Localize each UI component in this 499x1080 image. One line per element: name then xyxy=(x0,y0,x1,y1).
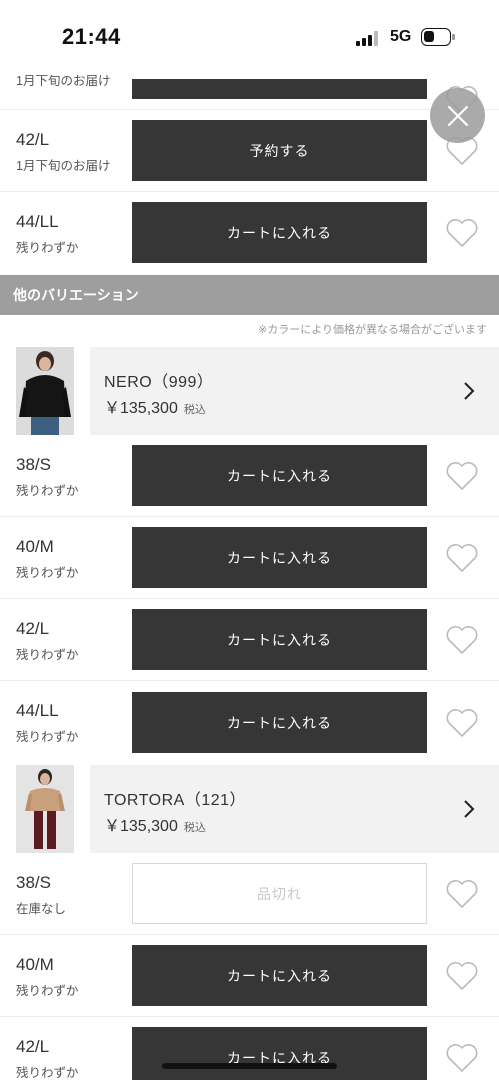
stock-note: 在庫なし xyxy=(16,902,67,916)
size-row: 42/L 残りわずか カートに入れる xyxy=(0,599,499,681)
product-size-sheet: 1月下旬のお届け 42/L 1月下旬のお届け 予約する 44/LL 残りわずか … xyxy=(0,0,499,1080)
variant-name: TORTORA（121） xyxy=(104,792,247,809)
size-row: 42/L 残りわずか カートに入れる xyxy=(0,1017,499,1080)
close-button[interactable] xyxy=(430,88,485,143)
size-row: 42/L 1月下旬のお届け 予約する xyxy=(0,110,499,192)
stock-note: 残りわずか xyxy=(16,566,79,580)
chevron-right-icon xyxy=(464,382,475,400)
stock-note: 残りわずか xyxy=(16,730,79,744)
favorite-heart-icon[interactable] xyxy=(444,707,480,739)
size-label: 42/L xyxy=(16,1037,50,1056)
stock-note: 残りわずか xyxy=(16,984,79,998)
delivery-note: 1月下旬のお届け xyxy=(16,159,111,173)
product-thumbnail xyxy=(16,765,74,853)
variant-info-panel[interactable]: TORTORA（121） ￥135,300 税込 xyxy=(90,765,499,853)
tax-label: 税込 xyxy=(183,822,206,834)
sold-out-button: 品切れ xyxy=(132,863,427,924)
size-row: 40/M 残りわずか カートに入れる xyxy=(0,935,499,1017)
variant-nero[interactable]: NERO（999） ￥135,300 税込 xyxy=(0,347,499,435)
reserve-button[interactable]: 予約する xyxy=(132,120,427,181)
add-to-cart-button[interactable]: カートに入れる xyxy=(132,202,427,263)
price-value: ￥135,300 xyxy=(104,818,178,835)
variant-tortora[interactable]: TORTORA（121） ￥135,300 税込 xyxy=(0,765,499,853)
size-label: 44/LL xyxy=(16,701,59,720)
favorite-heart-icon[interactable] xyxy=(444,878,480,910)
status-bar: 21:44 5G xyxy=(0,0,499,75)
size-label: 40/M xyxy=(16,537,54,556)
favorite-heart-icon[interactable] xyxy=(444,1042,480,1074)
section-header-other-variations: 他のバリエーション xyxy=(0,275,499,315)
signal-icon xyxy=(356,30,382,46)
size-label: 42/L xyxy=(16,619,50,638)
add-to-cart-button[interactable]: カートに入れる xyxy=(132,527,427,588)
close-icon xyxy=(447,105,468,126)
battery-icon xyxy=(421,28,455,46)
variant-name: NERO（999） xyxy=(104,374,214,391)
variant-price: ￥135,300 税込 xyxy=(104,394,206,418)
tax-label: 税込 xyxy=(183,404,206,416)
stock-note: 残りわずか xyxy=(16,484,79,498)
add-to-cart-button[interactable]: カートに入れる xyxy=(132,445,427,506)
stock-note: 残りわずか xyxy=(16,648,79,662)
size-label: 44/LL xyxy=(16,212,59,231)
stock-note: 残りわずか xyxy=(16,1066,79,1080)
size-row: 44/LL 残りわずか カートに入れる xyxy=(0,681,499,764)
price-disclaimer: ※カラーにより価格が異なる場合がございます xyxy=(258,324,487,336)
product-thumbnail xyxy=(16,347,74,435)
size-label: 38/S xyxy=(16,873,51,892)
variant-info-panel[interactable]: NERO（999） ￥135,300 税込 xyxy=(90,347,499,435)
status-time: 21:44 xyxy=(62,24,121,49)
favorite-heart-icon[interactable] xyxy=(444,960,480,992)
add-to-cart-button[interactable]: カートに入れる xyxy=(132,945,427,1006)
price-value: ￥135,300 xyxy=(104,400,178,417)
size-row: 38/S 残りわずか カートに入れる xyxy=(0,435,499,517)
favorite-heart-icon[interactable] xyxy=(444,460,480,492)
battery-level xyxy=(424,31,434,42)
network-type: 5G xyxy=(390,28,412,45)
favorite-heart-icon[interactable] xyxy=(444,217,480,249)
home-indicator[interactable] xyxy=(162,1063,337,1069)
size-row: 40/M 残りわずか カートに入れる xyxy=(0,517,499,599)
stock-note: 残りわずか xyxy=(16,241,79,255)
size-label: 38/S xyxy=(16,455,51,474)
add-to-cart-button[interactable]: カートに入れる xyxy=(132,692,427,753)
add-to-cart-button[interactable]: カートに入れる xyxy=(132,609,427,670)
size-label: 42/L xyxy=(16,130,50,149)
favorite-heart-icon[interactable] xyxy=(444,624,480,656)
add-to-cart-button[interactable]: カートに入れる xyxy=(132,1027,427,1080)
variant-price: ￥135,300 税込 xyxy=(104,812,206,836)
size-row: 38/S 在庫なし 品切れ xyxy=(0,853,499,935)
cart-button[interactable] xyxy=(132,79,427,99)
size-label: 40/M xyxy=(16,955,54,974)
chevron-right-icon xyxy=(464,800,475,818)
favorite-heart-icon[interactable] xyxy=(444,542,480,574)
size-row: 44/LL 残りわずか カートに入れる xyxy=(0,192,499,275)
